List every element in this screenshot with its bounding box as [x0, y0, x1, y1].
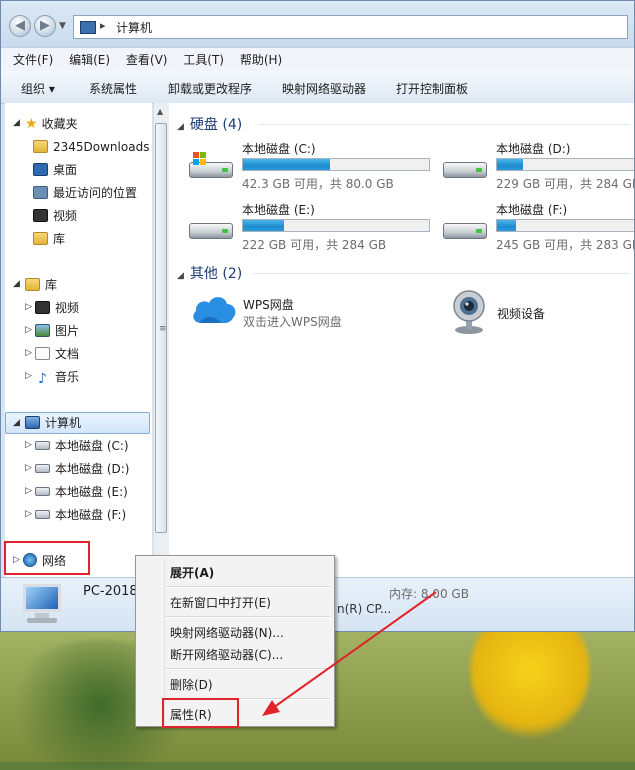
annotation-arrow — [262, 591, 437, 716]
